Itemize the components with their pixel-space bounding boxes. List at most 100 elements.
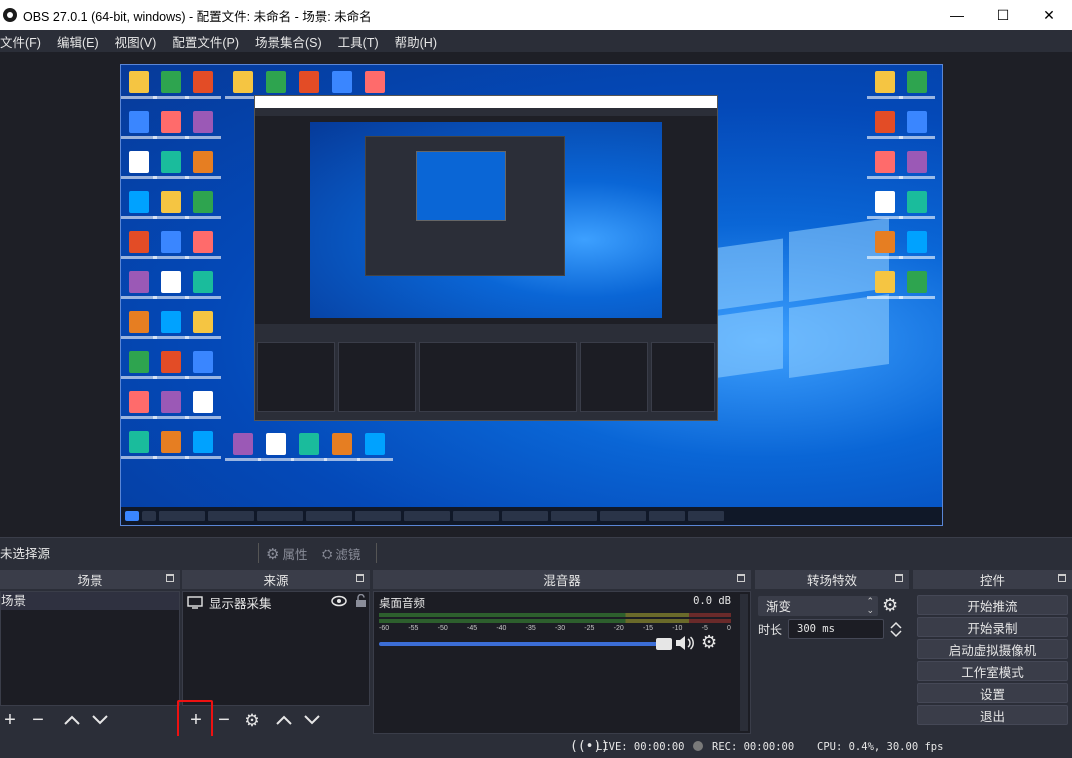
menu-profile[interactable]: 配置文件(P)	[172, 32, 247, 51]
transitions-dock-title: 转场特效	[806, 574, 857, 588]
exit-button[interactable]: 退出	[917, 705, 1068, 725]
preview-area[interactable]	[0, 52, 1072, 537]
duration-input[interactable]: 300 ms	[788, 619, 885, 639]
minimize-button[interactable]: —	[934, 0, 980, 30]
desktop-app-icon	[161, 351, 181, 373]
taskbar-icon	[142, 511, 156, 521]
taskbar-item	[306, 511, 352, 521]
remove-scene-button[interactable]: −	[28, 710, 48, 730]
settings-button[interactable]: 设置	[917, 683, 1068, 703]
desktop-app-icon	[161, 151, 181, 173]
move-up-button[interactable]	[62, 710, 82, 730]
properties-button[interactable]: ⚙ 属性	[266, 544, 307, 563]
controls-dock-header: 控件	[913, 570, 1072, 589]
nested-title	[255, 96, 717, 108]
desktop-icon-label	[185, 456, 221, 459]
gear-icon[interactable]: ⚙	[882, 595, 898, 616]
desktop-app-icon	[193, 271, 213, 293]
duration-label: 时长	[758, 622, 783, 637]
duration-spinner[interactable]	[890, 621, 902, 638]
properties-label: 属性	[282, 548, 308, 562]
desktop-app-icon	[193, 71, 213, 93]
desktop-icon-label	[867, 256, 903, 259]
maximize-button[interactable]: ☐	[980, 0, 1026, 30]
desktop-icon-label	[291, 458, 327, 461]
scenes-toolbar: + −	[0, 706, 180, 734]
desktop-icon-label	[153, 136, 189, 139]
nested-dock-sources	[338, 342, 416, 412]
desktop-icon-label	[899, 296, 935, 299]
scene-item[interactable]: 场景	[1, 592, 179, 610]
desktop-icon-label	[867, 136, 903, 139]
volume-slider-handle[interactable]	[656, 637, 672, 650]
controls-dock: 控件 开始推流 开始录制 启动虚拟摄像机 工作室模式 设置 退出	[913, 570, 1072, 734]
menu-edit[interactable]: 编辑(E)	[57, 32, 107, 51]
menu-scene-collection[interactable]: 场景集合(S)	[255, 32, 330, 51]
start-streaming-button[interactable]: 开始推流	[917, 595, 1068, 615]
move-down-button[interactable]	[90, 710, 110, 730]
gear-icon[interactable]: ⚙	[701, 632, 717, 653]
move-up-button[interactable]	[274, 710, 294, 730]
taskbar-item	[257, 511, 303, 521]
unlock-icon[interactable]	[355, 594, 367, 608]
scenes-dock-header: 场景	[0, 570, 180, 589]
desktop-app-icon	[193, 351, 213, 373]
taskbar-item	[355, 511, 401, 521]
mixer-dock-title: 混音器	[543, 574, 581, 588]
filters-button[interactable]: ⛭ 滤镜	[322, 544, 360, 563]
chevron-down-icon	[304, 715, 320, 725]
move-down-button[interactable]	[302, 710, 322, 730]
highlight-box	[177, 700, 213, 738]
scenes-list[interactable]: 场景	[0, 591, 180, 706]
sources-list[interactable]: 显示器采集	[182, 591, 370, 706]
desktop-icon-label	[121, 296, 157, 299]
menu-help[interactable]: 帮助(H)	[395, 32, 445, 51]
start-recording-button[interactable]: 开始录制	[917, 617, 1068, 637]
no-source-selected-label: 未选择源	[0, 547, 51, 561]
transition-select[interactable]: 渐变 ⌃ ⌄	[758, 595, 878, 616]
gear-icon: ⚙	[266, 545, 280, 563]
undock-icon[interactable]	[895, 574, 903, 582]
status-bar: ((•)) LIVE: 00:00:00 REC: 00:00:00 CPU: …	[0, 736, 1072, 758]
start-virtual-camera-button[interactable]: 启动虚拟摄像机	[917, 639, 1068, 659]
undock-icon[interactable]	[356, 574, 364, 582]
source-properties-button[interactable]: ⚙	[242, 710, 262, 730]
undock-icon[interactable]	[737, 574, 745, 582]
nested-desktop	[310, 122, 662, 318]
desktop-app-icon	[129, 351, 149, 373]
desktop-app-icon	[193, 111, 213, 133]
menu-file[interactable]: 文件(F)	[0, 32, 49, 51]
volume-slider[interactable]	[379, 637, 672, 650]
desktop-app-icon	[875, 71, 895, 93]
add-scene-button[interactable]: +	[0, 710, 20, 730]
desktop-icon-label	[153, 416, 189, 419]
undock-icon[interactable]	[1058, 574, 1066, 582]
divider	[258, 543, 259, 563]
desktop-app-icon	[299, 433, 319, 455]
desktop-app-icon	[161, 311, 181, 333]
eye-icon[interactable]	[331, 595, 347, 607]
nested-dock-mixer	[419, 342, 577, 412]
undock-icon[interactable]	[166, 574, 174, 582]
source-item[interactable]: 显示器采集	[183, 592, 369, 612]
taskbar-item	[688, 511, 724, 521]
desktop-app-icon	[907, 71, 927, 93]
taskbar-item	[551, 511, 597, 521]
desktop-app-icon	[193, 431, 213, 453]
menu-bar: 文件(F) 编辑(E) 视图(V) 配置文件(P) 场景集合(S) 工具(T) …	[0, 30, 1072, 52]
filter-icon: ⛭	[322, 545, 333, 561]
menu-tools[interactable]: 工具(T)	[338, 32, 387, 51]
desktop-icon-label	[121, 96, 157, 99]
desktop-app-icon	[193, 151, 213, 173]
nested-preview	[255, 116, 717, 324]
desktop-icon-label	[185, 256, 221, 259]
desktop-app-icon	[193, 391, 213, 413]
scrollbar[interactable]	[740, 594, 748, 731]
desktop-icon-label	[153, 296, 189, 299]
studio-mode-button[interactable]: 工作室模式	[917, 661, 1068, 681]
speaker-icon[interactable]	[675, 635, 695, 651]
menu-view[interactable]: 视图(V)	[115, 32, 165, 51]
close-button[interactable]: ✕	[1026, 0, 1072, 30]
desktop-icon-label	[153, 216, 189, 219]
remove-source-button[interactable]: −	[214, 710, 234, 730]
